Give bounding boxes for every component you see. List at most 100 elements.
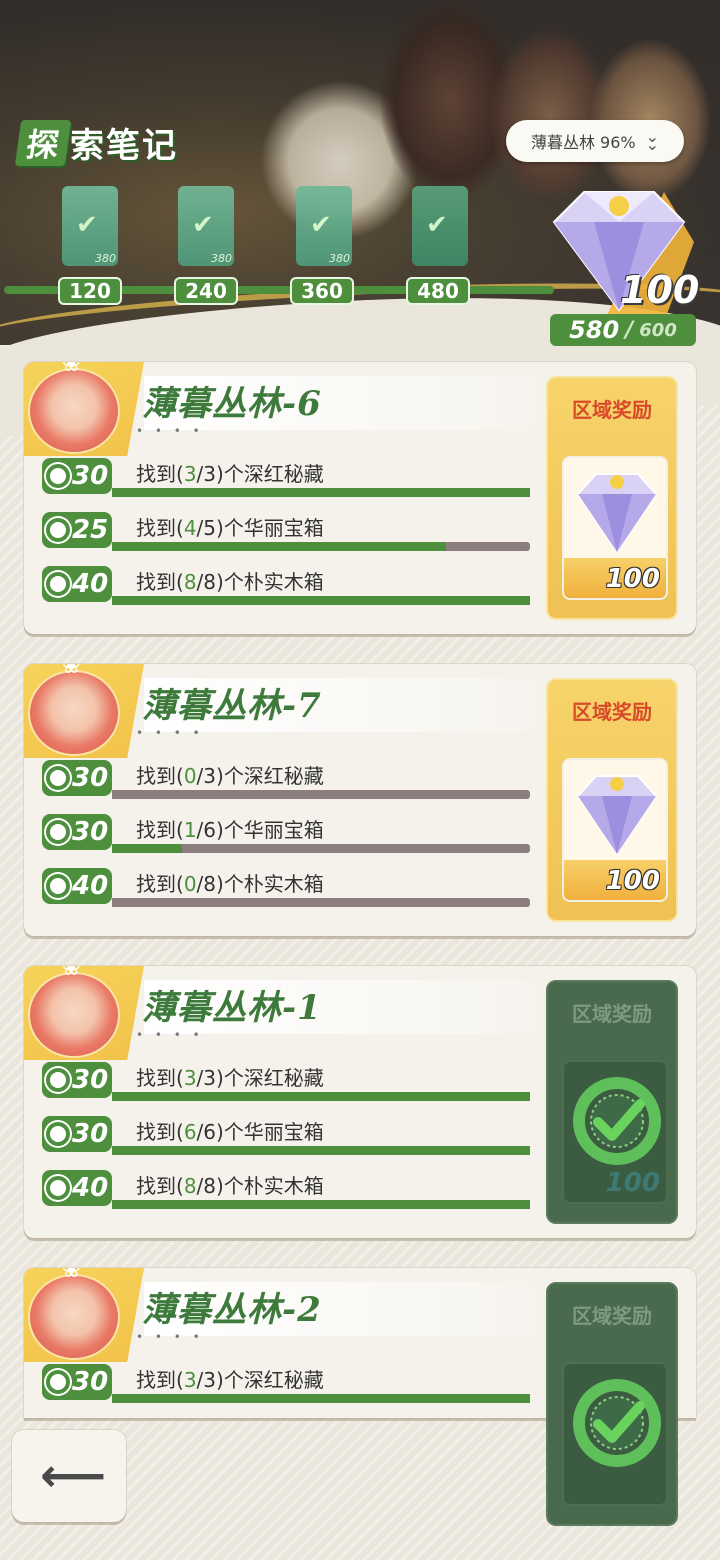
task-text: 找到(0/3)个深红秘藏 xyxy=(136,764,324,788)
task-progress-bar xyxy=(112,844,530,853)
task-progress-fill xyxy=(112,1146,530,1155)
task-row: 30 找到(3/3)个深红秘藏 xyxy=(42,454,530,500)
milestone-threshold: 360 xyxy=(290,277,354,305)
task-progress-bar xyxy=(112,790,530,799)
region-reward-button[interactable]: 区域奖励 xyxy=(546,1282,678,1526)
task-row: 40 找到(8/8)个朴实木箱 xyxy=(42,1166,530,1212)
compass-icon xyxy=(46,766,70,790)
area-selector[interactable]: 薄暮丛林 96% ⌄ ⌄ xyxy=(506,120,684,162)
task-progress-fill xyxy=(112,1394,530,1403)
task-progress-bar xyxy=(112,1146,530,1155)
task-text: 找到(8/8)个朴实木箱 xyxy=(136,1174,324,1198)
task-progress-fill xyxy=(112,596,530,605)
region-name: 薄暮丛林-6 xyxy=(142,384,322,424)
task-progress-bar xyxy=(112,1200,530,1209)
task-points: 40 xyxy=(72,569,109,599)
task-points-badge: 25 xyxy=(42,512,112,548)
task-progress-bar xyxy=(112,898,530,907)
task-row: 40 找到(8/8)个朴实木箱 xyxy=(42,562,530,608)
task-text: 找到(3/3)个深红秘藏 xyxy=(136,1066,324,1090)
task-progress-bar xyxy=(112,488,530,497)
task-progress-bar xyxy=(112,1092,530,1101)
region-reward-title: 区域奖励 xyxy=(572,398,652,422)
avatar: ❀ xyxy=(24,362,144,456)
task-done-count: 6 xyxy=(183,1120,197,1144)
task-row: 30 找到(3/3)个深红秘藏 xyxy=(42,1360,530,1406)
milestone-threshold: 240 xyxy=(174,277,238,305)
title-badge: 探 xyxy=(14,119,72,166)
task-points-badge: 30 xyxy=(42,458,112,494)
back-arrow-icon: ⟵ xyxy=(40,1448,106,1502)
task-text: 找到(8/8)个朴实木箱 xyxy=(136,570,324,594)
potion-bottle-icon: ✔ 380 xyxy=(296,186,352,266)
task-points: 30 xyxy=(72,817,109,847)
character-portrait xyxy=(28,1274,120,1360)
region-reward-title: 区域奖励 xyxy=(572,1002,652,1026)
points-max: 600 xyxy=(639,319,677,341)
points-counter: 580 / 600 xyxy=(550,314,696,346)
milestone-threshold: 120 xyxy=(58,277,122,305)
task-row: 30 找到(1/6)个华丽宝箱 xyxy=(42,810,530,856)
claimed-check-icon xyxy=(573,1077,661,1165)
task-progress-fill xyxy=(112,1092,530,1101)
task-text: 找到(0/8)个朴实木箱 xyxy=(136,872,324,896)
region-card: ❀ 薄暮丛林-6 • • • • 30 找到(3/3)个深红秘藏 25 找到(4/5)个华丽… xyxy=(24,362,696,634)
compass-icon xyxy=(46,1370,70,1394)
back-button[interactable]: ⟵ xyxy=(12,1430,126,1522)
task-progress-bar xyxy=(112,596,530,605)
potion-bottle-icon: ✔ 380 xyxy=(62,186,118,266)
region-stars: • • • • xyxy=(136,424,204,438)
potion-bottle-icon: ✔ 380 xyxy=(178,186,234,266)
compass-icon xyxy=(46,1122,70,1146)
milestone-item[interactable]: ✔ 380 xyxy=(178,186,234,266)
region-reward-button[interactable]: 区域奖励 100 xyxy=(546,678,678,922)
task-done-count: 3 xyxy=(183,462,197,486)
task-row: 30 找到(0/3)个深红秘藏 xyxy=(42,756,530,802)
reward-count: 100 xyxy=(605,866,660,896)
claimed-check-icon xyxy=(573,1379,661,1467)
task-text: 找到(6/6)个华丽宝箱 xyxy=(136,1120,324,1144)
page-title: 探 索笔记 xyxy=(14,118,178,167)
task-points: 40 xyxy=(72,871,109,901)
character-portrait xyxy=(28,972,120,1058)
task-done-count: 0 xyxy=(183,764,197,788)
compass-icon xyxy=(46,1068,70,1092)
check-icon: ✔ xyxy=(76,210,98,240)
avatar: ❀ xyxy=(24,1268,144,1362)
task-progress-fill xyxy=(112,542,447,551)
task-row: 25 找到(4/5)个华丽宝箱 xyxy=(42,508,530,554)
milestone-item[interactable]: ✔ 380 xyxy=(62,186,118,266)
character-portrait xyxy=(28,368,120,454)
task-points-badge: 30 xyxy=(42,1062,112,1098)
check-icon: ✔ xyxy=(310,210,332,240)
task-row: 40 找到(0/8)个朴实木箱 xyxy=(42,864,530,910)
grand-reward-count: 100 xyxy=(620,268,700,312)
region-reward-title: 区域奖励 xyxy=(572,700,652,724)
task-row: 30 找到(6/6)个华丽宝箱 xyxy=(42,1112,530,1158)
milestone-item[interactable]: ✔ 380 xyxy=(296,186,352,266)
task-points: 30 xyxy=(72,461,109,491)
task-points-badge: 40 xyxy=(42,868,112,904)
region-card: ❀ 薄暮丛林-2 • • • • 30 找到(3/3)个深红秘藏 区域奖励 xyxy=(24,1268,696,1526)
compass-icon xyxy=(46,464,70,488)
task-points-badge: 30 xyxy=(42,760,112,796)
reward-count: 100 xyxy=(605,1168,660,1198)
task-done-count: 4 xyxy=(183,516,197,540)
region-reward-button[interactable]: 区域奖励 100 xyxy=(546,376,678,620)
check-icon: ✔ xyxy=(426,210,448,240)
avatar: ❀ xyxy=(24,966,144,1060)
reward-tile: 100 xyxy=(562,456,668,600)
area-selector-label: 薄暮丛林 96% xyxy=(530,133,636,152)
task-points: 40 xyxy=(72,1173,109,1203)
milestone-reward: 380 xyxy=(211,252,232,265)
task-points-badge: 40 xyxy=(42,1170,112,1206)
diamond-gem-icon xyxy=(576,473,658,554)
milestone-threshold: 480 xyxy=(406,277,470,305)
task-points: 30 xyxy=(72,1119,109,1149)
compass-icon xyxy=(46,572,70,596)
region-stars: • • • • xyxy=(136,1330,204,1344)
region-reward-button[interactable]: 区域奖励 100 xyxy=(546,980,678,1224)
task-progress-fill xyxy=(112,488,530,497)
points-current: 580 xyxy=(569,316,620,344)
milestone-item[interactable]: ✔ xyxy=(412,186,468,266)
